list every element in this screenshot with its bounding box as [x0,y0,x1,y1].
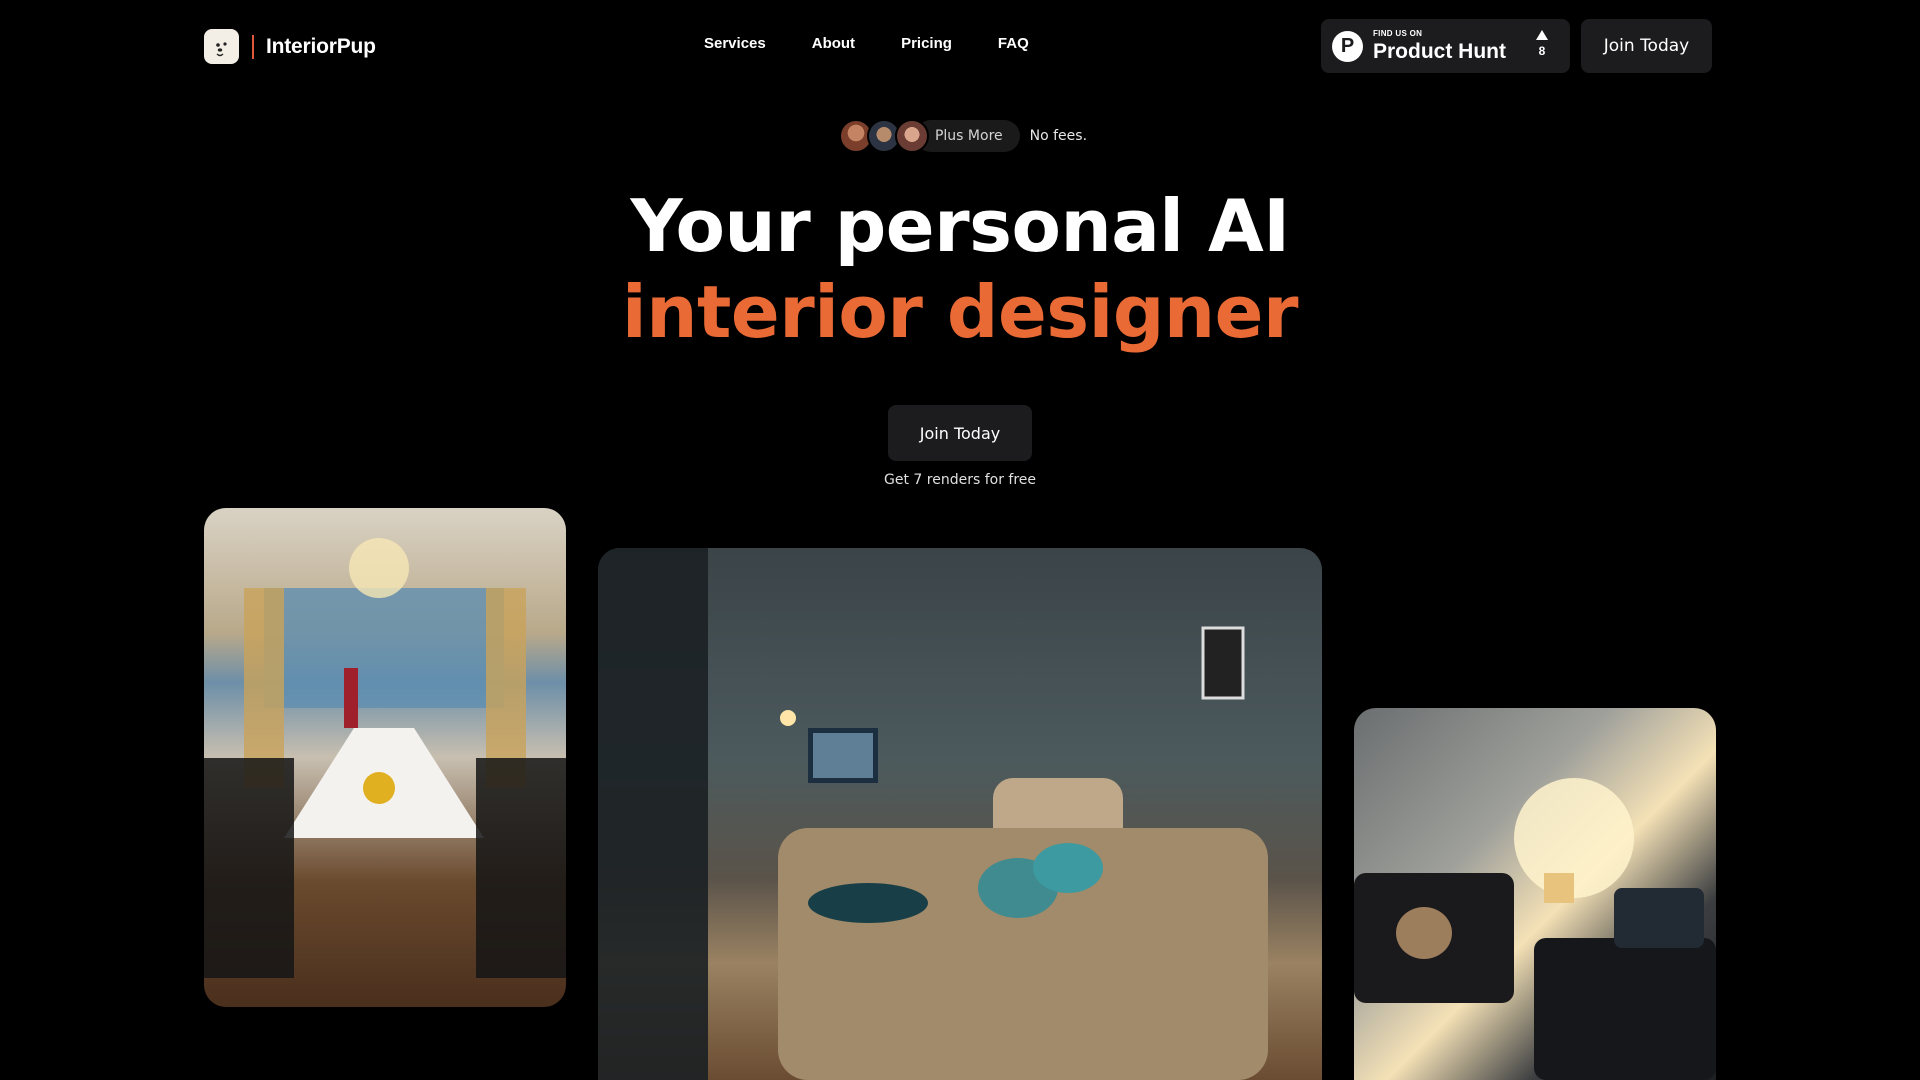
hero-title-line2: interior designer [622,270,1298,354]
social-proof: Plus More No fees. [0,119,1920,153]
avatar [894,119,929,153]
free-renders-note: Get 7 renders for free [884,472,1036,488]
nav-services[interactable]: Services [704,35,766,52]
hero-title-line1: Your personal AI [630,184,1290,268]
product-hunt-small-label: FIND US ON [1373,29,1423,38]
bedroom-render [598,548,1322,1080]
main-nav: Services About Pricing FAQ [704,35,1075,52]
upvote-count: 8 [1538,44,1546,58]
upvote-counter: 8 [1536,30,1548,58]
nav-faq[interactable]: FAQ [998,35,1029,52]
logo-divider [252,34,254,59]
logo[interactable]: InteriorPup [204,29,376,64]
product-hunt-badge[interactable]: P FIND US ON Product Hunt 8 [1321,19,1570,73]
nav-about[interactable]: About [812,35,855,52]
upvote-arrow-icon [1536,30,1548,40]
avatar-group [838,119,929,153]
hero-join-button[interactable]: Join Today [888,405,1032,461]
product-hunt-icon: P [1332,30,1363,62]
header-join-button[interactable]: Join Today [1581,19,1712,73]
product-hunt-text: FIND US ON Product Hunt [1373,29,1506,63]
social-proof-inner: Plus More No fees. [838,119,1088,153]
nav-pricing[interactable]: Pricing [901,35,952,52]
hero-title: Your personal AI interior designer [0,183,1920,355]
dog-logo-icon [204,29,239,64]
no-fees-text: No fees. [1029,128,1088,144]
dining-room-render [204,508,566,1007]
living-room-render [1354,708,1716,1080]
site-header: InteriorPup Services About Pricing FAQ P… [0,0,1920,92]
product-hunt-label: Product Hunt [1373,40,1506,63]
brand-name: InteriorPup [266,34,376,58]
plus-more-pill: Plus More [914,120,1020,152]
